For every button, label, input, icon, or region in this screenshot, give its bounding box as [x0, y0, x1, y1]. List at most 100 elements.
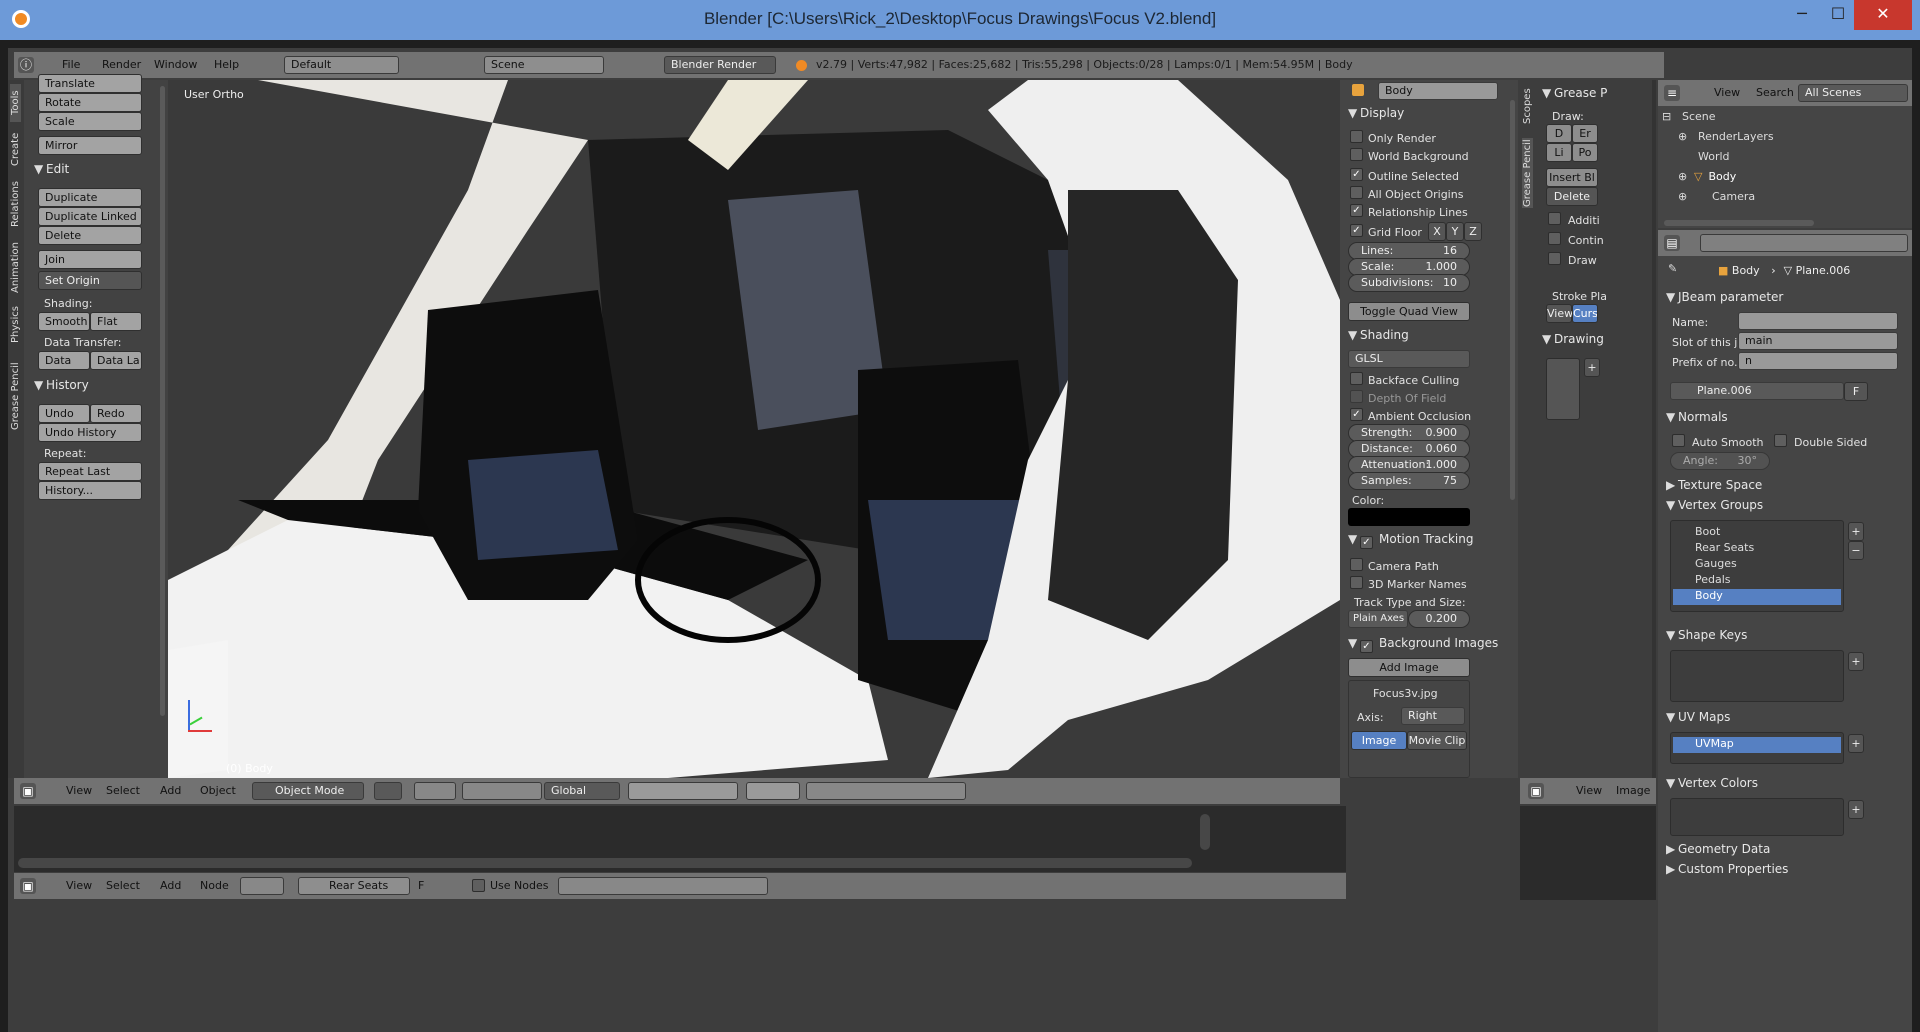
node-backdrop-tools[interactable] [558, 877, 768, 895]
gp-insert-blank-button[interactable]: Insert Bl [1546, 168, 1598, 187]
double-sided-checkbox[interactable] [1774, 434, 1787, 447]
ambient-occlusion-checkbox[interactable]: ✓ [1350, 408, 1363, 421]
mesh-datablock-field[interactable]: Plane.006 [1670, 382, 1844, 400]
only-render-checkbox[interactable] [1350, 130, 1363, 143]
data-transfer-button[interactable]: Data [38, 351, 90, 370]
stroke-view-button[interactable]: View [1546, 304, 1573, 323]
layer-buttons-2[interactable] [746, 782, 800, 800]
jbeam-name-field[interactable] [1738, 312, 1898, 330]
redo-button[interactable]: Redo [90, 404, 142, 423]
vertex-group-remove-button[interactable]: − [1848, 541, 1864, 560]
properties-editor-icon[interactable]: ▤ [1664, 235, 1680, 251]
outliner-row-world[interactable]: World [1678, 150, 1908, 168]
screen-layout-field[interactable]: Default [284, 56, 399, 74]
object-name-field[interactable]: Body [1378, 82, 1498, 100]
outliner-row-scene[interactable]: ⊟ Scene [1662, 110, 1908, 128]
all-origins-checkbox[interactable] [1350, 186, 1363, 199]
timeline-v-scroll[interactable] [1200, 814, 1210, 850]
gp-poly-button[interactable]: Po [1572, 143, 1598, 162]
world-background-checkbox[interactable] [1350, 148, 1363, 161]
grid-z-toggle[interactable]: Z [1464, 222, 1482, 241]
node-editor-icon[interactable]: ▣ [20, 878, 36, 894]
node-menu-add[interactable]: Add [160, 877, 181, 895]
vertex-group-add-button[interactable]: + [1848, 522, 1864, 541]
translate-button[interactable]: Translate [38, 74, 142, 93]
vertex-colors-header[interactable]: ▼ Vertex Colors [1666, 776, 1758, 790]
drawing-add-button[interactable]: + [1584, 358, 1600, 377]
gp-draw-button[interactable]: D [1546, 124, 1572, 143]
bg-axis-select[interactable]: Right [1401, 707, 1465, 725]
outline-selected-checkbox[interactable]: ✓ [1350, 168, 1363, 181]
tab-gp[interactable]: Grease Pencil [1522, 138, 1533, 208]
outliner-row-camera[interactable]: ⊕ Camera [1678, 190, 1908, 208]
duplicate-linked-button[interactable]: Duplicate Linked [38, 207, 142, 226]
grease-panel-header[interactable]: ▼ Grease P [1542, 86, 1607, 100]
flat-button[interactable]: Flat [90, 312, 142, 331]
outliner-scrollbar[interactable] [1664, 220, 1814, 226]
outliner-menu-view[interactable]: View [1714, 84, 1740, 102]
manipulator-toggles[interactable] [462, 782, 542, 800]
outliner-menu-search[interactable]: Search [1756, 84, 1794, 102]
tab-scopes[interactable]: Scopes [1522, 84, 1533, 128]
gp-delete-button[interactable]: Delete [1546, 187, 1598, 206]
orientation-select[interactable]: Global [544, 782, 620, 800]
tab-create[interactable]: Create [10, 128, 21, 170]
vertex-colors-list[interactable] [1670, 798, 1844, 836]
texture-space-header[interactable]: ▶ Texture Space [1666, 478, 1762, 492]
menu-select[interactable]: Select [106, 782, 140, 800]
marker-names-checkbox[interactable] [1350, 576, 1363, 589]
editor-type-icon[interactable]: ▣ [20, 783, 36, 799]
menu-view[interactable]: View [66, 782, 92, 800]
scale-button[interactable]: Scale [38, 112, 142, 131]
pin-icon[interactable]: ✎ [1668, 262, 1677, 275]
shape-keys-header[interactable]: ▼ Shape Keys [1666, 628, 1747, 642]
menu-file[interactable]: File [62, 56, 80, 74]
drawing-list[interactable] [1546, 358, 1580, 420]
shading-panel-header[interactable]: ▼ Shading [1348, 328, 1409, 342]
uv-map-item-selected[interactable]: UVMap [1673, 737, 1841, 753]
tab-animation[interactable]: Animation [10, 240, 21, 296]
outliner-filter-select[interactable]: All Scenes [1798, 84, 1908, 102]
shape-keys-list[interactable] [1670, 650, 1844, 702]
motion-tracking-header[interactable]: ▼ ✓ Motion Tracking [1348, 532, 1473, 549]
grid-subdivisions-field[interactable]: Subdivisions: 10 [1348, 274, 1470, 292]
viewport-shading-select[interactable] [374, 782, 402, 800]
geometry-data-header[interactable]: ▶ Geometry Data [1666, 842, 1770, 856]
depth-of-field-checkbox[interactable] [1350, 390, 1363, 403]
undo-button[interactable]: Undo [38, 404, 90, 423]
gp-draw-checkbox[interactable] [1548, 252, 1561, 265]
auto-smooth-angle-field[interactable]: Angle: 30° [1670, 452, 1770, 470]
display-panel-header[interactable]: ▼ Display [1348, 106, 1404, 120]
custom-properties-header[interactable]: ▶ Custom Properties [1666, 862, 1788, 876]
undo-history-button[interactable]: Undo History [38, 423, 142, 442]
mirror-button[interactable]: Mirror [38, 136, 142, 155]
bg-image-tab[interactable]: Image [1351, 731, 1407, 750]
tab-relations[interactable]: Relations [10, 176, 21, 232]
uv-map-add-button[interactable]: + [1848, 734, 1864, 753]
vertex-color-add-button[interactable]: + [1848, 800, 1864, 819]
add-image-button[interactable]: Add Image [1348, 658, 1470, 677]
gp-additive-checkbox[interactable] [1548, 212, 1561, 225]
outliner-row-renderlayers[interactable]: ⊕ RenderLayers [1678, 130, 1908, 148]
smooth-button[interactable]: Smooth [38, 312, 90, 331]
info-editor-icon[interactable]: ⓘ [18, 57, 34, 73]
ao-samples-field[interactable]: Samples: 75 [1348, 472, 1470, 490]
menu-help[interactable]: Help [214, 56, 239, 74]
menu-object[interactable]: Object [200, 782, 236, 800]
duplicate-button[interactable]: Duplicate [38, 188, 142, 207]
image-editor-icon[interactable]: ▣ [1528, 783, 1544, 799]
rotate-button[interactable]: Rotate [38, 93, 142, 112]
mode-select[interactable]: Object Mode [252, 782, 364, 800]
breadcrumb-mesh[interactable]: Plane.006 [1796, 264, 1851, 277]
backface-culling-checkbox[interactable] [1350, 372, 1363, 385]
jbeam-prefix-field[interactable]: n [1738, 352, 1898, 370]
tool-shelf-scrollbar[interactable] [160, 86, 165, 716]
normals-panel-header[interactable]: ▼ Normals [1666, 410, 1728, 424]
track-type-select[interactable]: Plain Axes [1348, 610, 1408, 628]
delete-button[interactable]: Delete [38, 226, 142, 245]
data-layout-button[interactable]: Data La [90, 351, 142, 370]
image-menu-image[interactable]: Image [1616, 782, 1650, 800]
outliner-row-body[interactable]: ⊕ ▽ Body [1678, 170, 1908, 188]
node-menu-view[interactable]: View [66, 877, 92, 895]
track-size-field[interactable]: 0.200 [1408, 610, 1470, 628]
